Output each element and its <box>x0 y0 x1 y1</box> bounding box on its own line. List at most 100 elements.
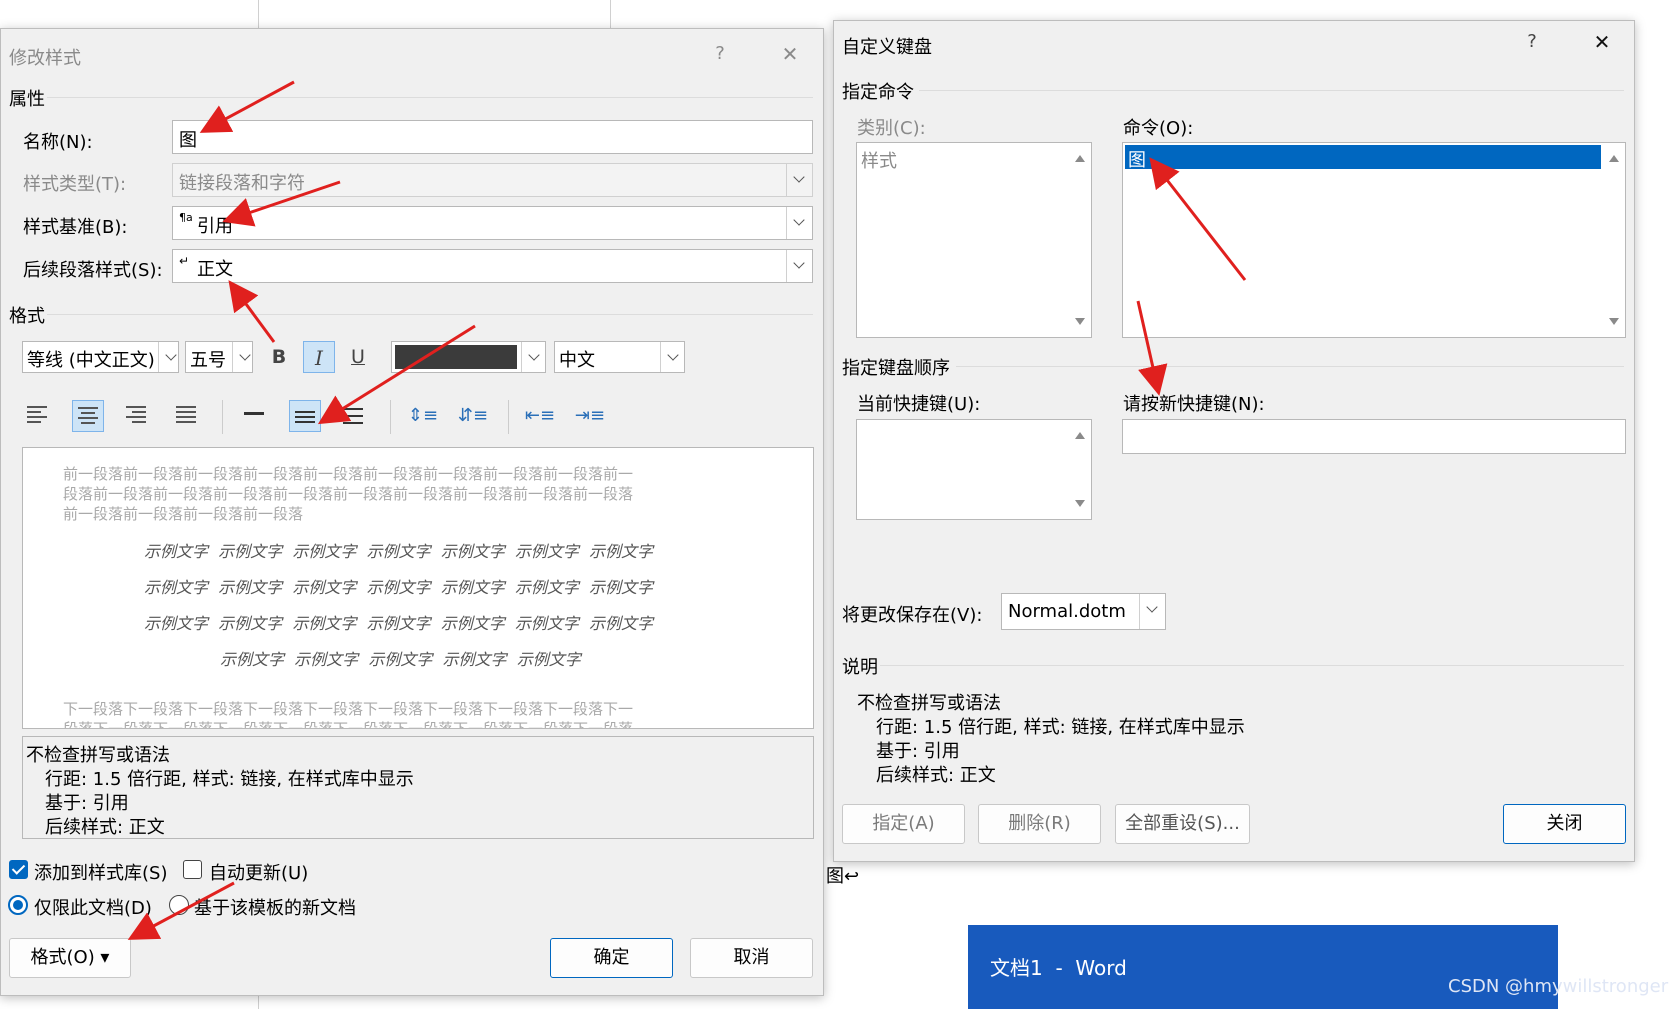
dialog-title: 自定义键盘 <box>842 37 932 58</box>
taskbar-title: 文档1 - Word <box>990 956 1127 980</box>
title-bar: 修改样式 ? ✕ <box>1 29 823 79</box>
description-line: 行距: 1.5 倍行距, 样式: 链接, 在样式库中显示 <box>876 717 1245 738</box>
based-on-select[interactable]: ¶a 引用 <box>172 206 813 240</box>
justify-button[interactable] <box>171 400 203 432</box>
description-line: 后续样式: 正文 <box>45 817 165 838</box>
chevron-down-icon[interactable] <box>232 342 252 372</box>
reset-all-button[interactable]: 全部重设(S)... <box>1115 804 1250 844</box>
save-in-select[interactable]: Normal.dotm <box>1001 593 1166 630</box>
auto-update-label[interactable]: 自动更新(U) <box>209 859 308 885</box>
toolbar-separator <box>390 400 391 434</box>
save-in-value: Normal.dotm <box>1008 601 1126 622</box>
close-button[interactable]: ✕ <box>775 39 805 69</box>
new-key-label: 请按新快捷键(N): <box>1123 394 1265 415</box>
scroll-up-icon[interactable] <box>1075 432 1085 439</box>
dialog-title: 修改样式 <box>9 48 81 69</box>
decrease-paragraph-spacing-button[interactable]: ⇵≡ <box>457 400 489 432</box>
chevron-down-icon <box>786 164 812 196</box>
only-this-doc-radio[interactable] <box>8 895 28 915</box>
categories-label: 类别(C): <box>857 118 926 139</box>
scroll-down-icon[interactable] <box>1075 500 1085 507</box>
description-line: 不检查拼写或语法 <box>26 745 170 766</box>
scrollbar[interactable] <box>1603 143 1625 337</box>
font-size-select[interactable]: 五号 <box>185 341 253 373</box>
help-button[interactable]: ? <box>705 39 735 69</box>
single-spacing-button[interactable] <box>239 400 271 432</box>
auto-update-checkbox[interactable] <box>183 860 202 879</box>
font-select[interactable]: 等线 (中文正文) <box>22 341 179 373</box>
language-select[interactable]: 中文 <box>554 341 685 373</box>
chevron-down-icon[interactable] <box>158 342 178 372</box>
chevron-down-icon[interactable] <box>786 250 812 282</box>
underline-button[interactable]: U <box>342 341 374 373</box>
paragraph-mark-icon: ↵ <box>179 254 190 268</box>
scroll-up-icon[interactable] <box>1075 155 1085 162</box>
divider <box>47 97 813 98</box>
cancel-button[interactable]: 取消 <box>690 938 813 978</box>
scroll-down-icon[interactable] <box>1609 318 1619 325</box>
key-sequence-heading: 指定键盘顺序 <box>842 358 950 379</box>
assign-button[interactable]: 指定(A) <box>842 804 965 844</box>
italic-button[interactable]: I <box>303 341 335 373</box>
specify-command-heading: 指定命令 <box>842 82 914 103</box>
close-button[interactable]: ✕ <box>1587 27 1617 57</box>
align-left-button[interactable] <box>22 400 54 432</box>
name-label: 名称(N): <box>23 132 93 153</box>
watermark-text: CSDN @hmywillstronger <box>1448 976 1669 997</box>
command-item-label: 图 <box>1128 150 1146 171</box>
chevron-down-icon[interactable] <box>1139 594 1165 629</box>
align-right-button[interactable] <box>121 400 153 432</box>
remove-button[interactable]: 删除(R) <box>978 804 1101 844</box>
format-menu-button[interactable]: 格式(O) ▾ <box>9 938 131 978</box>
preview-prev-line: 段落前一段落前一段落前一段落前一段落前一段落前一段落前一段落前一段落前一段落 <box>63 485 634 503</box>
description-heading: 说明 <box>842 657 878 678</box>
style-preview: 前一段落前一段落前一段落前一段落前一段落前一段落前一段落前一段落前一段落前一 段… <box>22 447 814 729</box>
style-type-value: 链接段落和字符 <box>179 173 305 194</box>
font-color-select[interactable] <box>391 341 546 373</box>
increase-paragraph-spacing-button[interactable]: ⇕≡ <box>407 400 439 432</box>
new-docs-template-label[interactable]: 基于该模板的新文档 <box>194 894 356 920</box>
increase-indent-button[interactable]: ⇥≡ <box>574 400 606 432</box>
preview-sample-line: 示例文字 示例文字 示例文字 示例文字 示例文字 示例文字 示例文字 <box>144 614 654 633</box>
category-item[interactable]: 样式 <box>861 147 897 173</box>
command-item-selected[interactable]: 图 <box>1125 145 1601 171</box>
following-style-label: 后续段落样式(S): <box>23 260 163 281</box>
chevron-down-icon[interactable] <box>521 342 545 372</box>
one-half-spacing-button[interactable] <box>289 400 321 432</box>
double-spacing-button[interactable] <box>338 400 370 432</box>
scroll-down-icon[interactable] <box>1075 318 1085 325</box>
add-to-gallery-label[interactable]: 添加到样式库(S) <box>34 859 167 885</box>
save-in-label: 将更改保存在(V): <box>842 605 983 626</box>
double-spacing-icon <box>343 406 365 426</box>
outdent-icon: ⇤≡ <box>524 405 556 426</box>
current-keys-list[interactable] <box>856 419 1092 520</box>
scrollbar[interactable] <box>1069 420 1091 519</box>
based-on-label: 样式基准(B): <box>23 217 128 238</box>
close-dialog-button[interactable]: 关闭 <box>1503 804 1626 844</box>
following-style-select[interactable]: ↵ 正文 <box>172 249 813 283</box>
description-line: 基于: 引用 <box>45 793 129 814</box>
ok-button[interactable]: 确定 <box>550 938 673 978</box>
commands-list[interactable]: 图 <box>1122 142 1626 338</box>
font-size-value: 五号 <box>190 350 226 371</box>
add-to-gallery-checkbox[interactable] <box>9 860 28 879</box>
new-key-input[interactable] <box>1122 419 1626 454</box>
chevron-down-icon[interactable] <box>660 342 684 372</box>
only-this-doc-label[interactable]: 仅限此文档(D) <box>34 894 152 920</box>
help-button[interactable]: ? <box>1517 27 1547 57</box>
style-type-label: 样式类型(T): <box>23 174 127 195</box>
scrollbar[interactable] <box>1069 143 1091 337</box>
page-edge-line <box>610 0 611 30</box>
font-color-swatch <box>395 345 517 369</box>
align-center-icon <box>78 407 100 427</box>
categories-list[interactable]: 样式 <box>856 142 1092 338</box>
bold-button[interactable]: B <box>263 341 295 373</box>
scroll-up-icon[interactable] <box>1609 155 1619 162</box>
decrease-indent-button[interactable]: ⇤≡ <box>524 400 556 432</box>
name-field[interactable]: 图 <box>172 120 813 154</box>
divider <box>47 314 813 315</box>
name-value: 图 <box>179 130 197 151</box>
new-docs-template-radio[interactable] <box>169 895 189 915</box>
align-center-button[interactable] <box>72 400 104 432</box>
chevron-down-icon[interactable] <box>786 207 812 239</box>
